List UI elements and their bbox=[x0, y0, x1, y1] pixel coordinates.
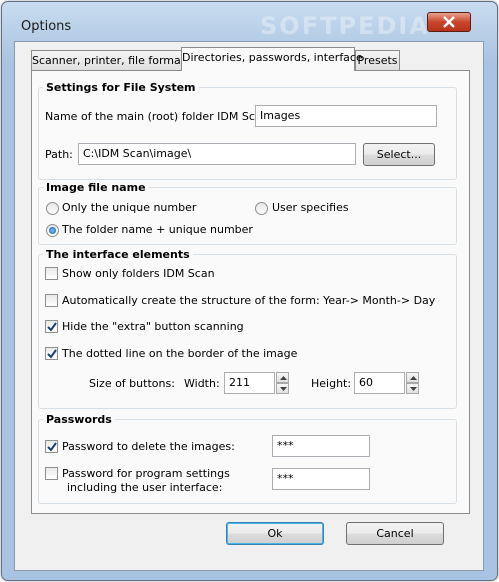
folder-name-unique-number-label: The folder name + unique number bbox=[62, 223, 253, 236]
softpedia-watermark: SOFTPEDIA bbox=[260, 12, 430, 40]
arrow-up-icon bbox=[280, 376, 287, 380]
checkmark-icon bbox=[47, 442, 57, 452]
interface-elements-title: The interface elements bbox=[43, 248, 193, 261]
only-unique-number-label: Only the unique number bbox=[62, 201, 197, 214]
file-system-group bbox=[38, 87, 457, 180]
user-specifies-radio[interactable] bbox=[255, 202, 268, 215]
hide-extra-button-label: Hide the "extra" button scanning bbox=[62, 320, 244, 333]
image-file-name-group bbox=[38, 187, 457, 245]
height-input[interactable]: 60 bbox=[354, 372, 405, 394]
width-spin-down[interactable] bbox=[276, 383, 289, 394]
passwords-title: Passwords bbox=[43, 413, 115, 426]
dotted-line-label: The dotted line on the border of the ima… bbox=[62, 347, 298, 360]
password-settings-input[interactable]: *** bbox=[272, 468, 370, 490]
ok-button[interactable]: Ok bbox=[226, 522, 324, 545]
window-title: Options bbox=[21, 19, 72, 34]
root-folder-input[interactable]: Images bbox=[255, 105, 437, 127]
file-system-title: Settings for File System bbox=[43, 81, 199, 94]
tab-directories-passwords-interface[interactable]: Directories, passwords, interface bbox=[181, 47, 363, 71]
auto-structure-checkbox[interactable] bbox=[45, 294, 58, 307]
password-settings-label-line2: including the user interface: bbox=[67, 481, 223, 494]
arrow-down-icon bbox=[280, 387, 287, 391]
height-label: Height: bbox=[311, 377, 352, 390]
path-label: Path: bbox=[45, 148, 73, 161]
auto-structure-label: Automatically create the structure of th… bbox=[62, 294, 436, 307]
hide-extra-button-checkbox[interactable] bbox=[45, 320, 58, 333]
folder-name-unique-number-radio[interactable] bbox=[46, 224, 59, 237]
tab-label: Presets bbox=[357, 54, 398, 67]
user-specifies-label: User specifies bbox=[272, 201, 349, 214]
password-delete-input[interactable]: *** bbox=[272, 435, 370, 457]
dotted-line-checkbox[interactable] bbox=[45, 347, 58, 360]
close-icon bbox=[443, 16, 455, 28]
tab-scanner-printer-file-formats[interactable]: Scanner, printer, file formats bbox=[31, 50, 191, 71]
height-spin-down[interactable] bbox=[406, 383, 419, 394]
width-input[interactable]: 211 bbox=[224, 372, 275, 394]
password-settings-label-line1: Password for program settings bbox=[62, 467, 230, 480]
cancel-button[interactable]: Cancel bbox=[346, 522, 444, 545]
tab-label: Directories, passwords, interface bbox=[182, 51, 363, 64]
size-of-buttons-label: Size of buttons: bbox=[89, 377, 175, 390]
checkmark-icon bbox=[47, 322, 57, 332]
arrow-down-icon bbox=[410, 387, 417, 391]
height-spinner[interactable] bbox=[406, 372, 419, 394]
height-spin-up[interactable] bbox=[406, 372, 419, 383]
select-button[interactable]: Select... bbox=[363, 143, 435, 166]
show-only-folders-checkbox[interactable] bbox=[45, 267, 58, 280]
checkmark-icon bbox=[47, 349, 57, 359]
arrow-up-icon bbox=[410, 376, 417, 380]
root-folder-label: Name of the main (root) folder IDM Scan: bbox=[45, 110, 273, 123]
path-input[interactable]: C:\IDM Scan\image\ bbox=[78, 143, 356, 165]
only-unique-number-radio[interactable] bbox=[46, 202, 59, 215]
password-settings-checkbox[interactable] bbox=[45, 467, 58, 480]
show-only-folders-label: Show only folders IDM Scan bbox=[62, 267, 215, 280]
password-delete-label: Password to delete the images: bbox=[62, 440, 235, 453]
password-delete-checkbox[interactable] bbox=[45, 440, 58, 453]
image-file-name-title: Image file name bbox=[43, 181, 149, 194]
radio-selected-dot bbox=[49, 227, 56, 234]
width-spinner[interactable] bbox=[276, 372, 289, 394]
width-spin-up[interactable] bbox=[276, 372, 289, 383]
width-label: Width: bbox=[184, 377, 220, 390]
tab-label: Scanner, printer, file formats bbox=[32, 54, 191, 67]
close-button[interactable] bbox=[427, 12, 471, 32]
